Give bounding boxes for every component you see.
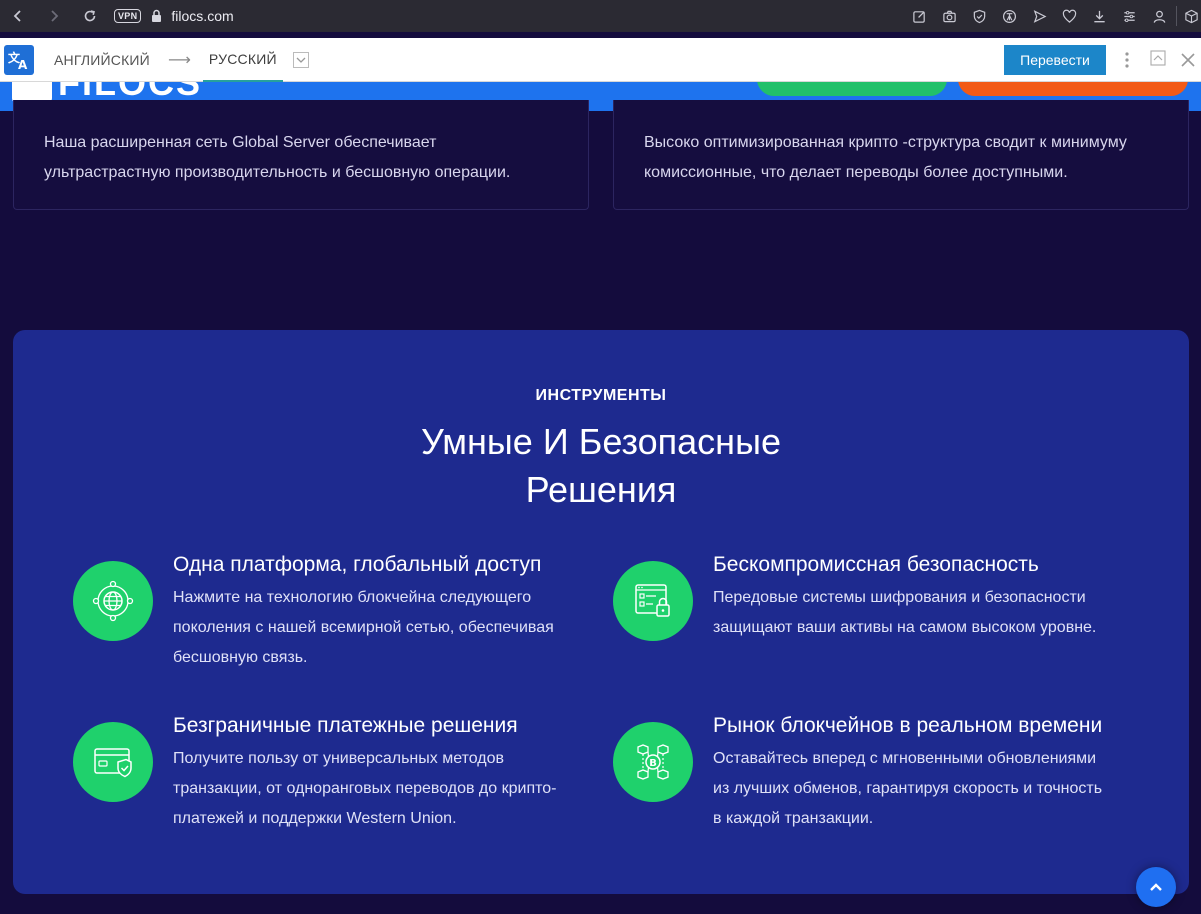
feature-description: Нажмите на технологию блокчейна следующе… — [173, 589, 554, 666]
address-bar-url[interactable]: filocs.com — [171, 8, 233, 24]
target-language[interactable]: РУССКИЙ — [202, 38, 283, 82]
menu-icon[interactable] — [1114, 0, 1144, 32]
feature-title: Одна платформа, глобальный доступ — [173, 553, 542, 576]
secure-checklist-icon — [613, 561, 693, 641]
payment-card-shield-icon — [73, 722, 153, 802]
globe-network-icon — [73, 561, 153, 641]
feature-description: Передовые системы шифрования и безопасно… — [713, 589, 1097, 636]
download-icon[interactable] — [1084, 0, 1114, 32]
feature-title: Рынок блокчейнов в реальном времени — [713, 714, 1103, 737]
card-description: Наша расширенная сеть Global Server обес… — [44, 134, 511, 181]
section-eyebrow: ИНСТРУМЕНТЫ — [535, 387, 667, 404]
lock-icon[interactable] — [149, 8, 163, 24]
header-green-button[interactable] — [757, 82, 947, 96]
feature-title: Бескомпромиссная безопасность — [713, 553, 1039, 576]
shield-icon[interactable] — [964, 0, 994, 32]
header-orange-button[interactable] — [958, 82, 1188, 96]
reload-icon[interactable] — [72, 0, 108, 32]
source-language[interactable]: АНГЛИЙСКИЙ — [48, 38, 156, 82]
translate-icon[interactable] — [994, 0, 1024, 32]
heart-icon[interactable] — [1054, 0, 1084, 32]
translate-bar: 文A АНГЛИЙСКИЙ ⟶ РУССКИЙ Перевести — [0, 38, 1201, 82]
translate-logo-icon: 文A — [4, 44, 34, 75]
browser-toolbar-icons — [904, 0, 1201, 32]
profile-icon[interactable] — [1144, 0, 1174, 32]
feature-title: Безграничные платежные решения — [173, 714, 518, 737]
more-options-icon[interactable] — [1116, 49, 1138, 71]
close-icon[interactable] — [1177, 49, 1199, 71]
tools-section: ИНСТРУМЕНТЫ Умные И Безопасные Решения О… — [13, 330, 1189, 894]
section-title-line-2: Решения — [525, 469, 677, 510]
back-icon[interactable] — [0, 0, 36, 32]
svg-text:B: B — [649, 758, 657, 769]
svg-text:A: A — [18, 58, 28, 71]
feature-card-low-fees: Высоко оптимизированная крипто -структур… — [613, 100, 1189, 210]
language-dropdown-icon[interactable] — [292, 51, 309, 68]
vpn-badge[interactable]: VPN — [114, 9, 142, 23]
scroll-to-top-button[interactable] — [1136, 867, 1176, 907]
cube-icon[interactable] — [1181, 0, 1201, 32]
arrow-right-icon: ⟶ — [167, 51, 191, 69]
feature-description: Получите пользу от универсальных методов… — [173, 750, 557, 827]
toolbar-divider — [1176, 6, 1177, 26]
section-title-line-1: Умные И Безопасные — [421, 421, 781, 462]
section-title: Умные И Безопасные Решения — [13, 418, 1189, 514]
minimize-icon[interactable] — [1147, 47, 1169, 69]
forward-icon[interactable] — [36, 0, 72, 32]
blockchain-bitcoin-icon: B — [613, 722, 693, 802]
send-icon[interactable] — [1024, 0, 1054, 32]
feature-description: Оставайтесь вперед с мгновенными обновле… — [713, 750, 1103, 827]
translate-button[interactable]: Перевести — [1004, 45, 1106, 75]
browser-toolbar: VPN filocs.com — [0, 0, 1201, 32]
card-description: Высоко оптимизированная крипто -структур… — [644, 134, 1127, 181]
edit-icon[interactable] — [904, 0, 934, 32]
camera-icon[interactable] — [934, 0, 964, 32]
chevron-up-icon — [1150, 883, 1162, 891]
feature-card-global-server: Наша расширенная сеть Global Server обес… — [13, 100, 589, 210]
